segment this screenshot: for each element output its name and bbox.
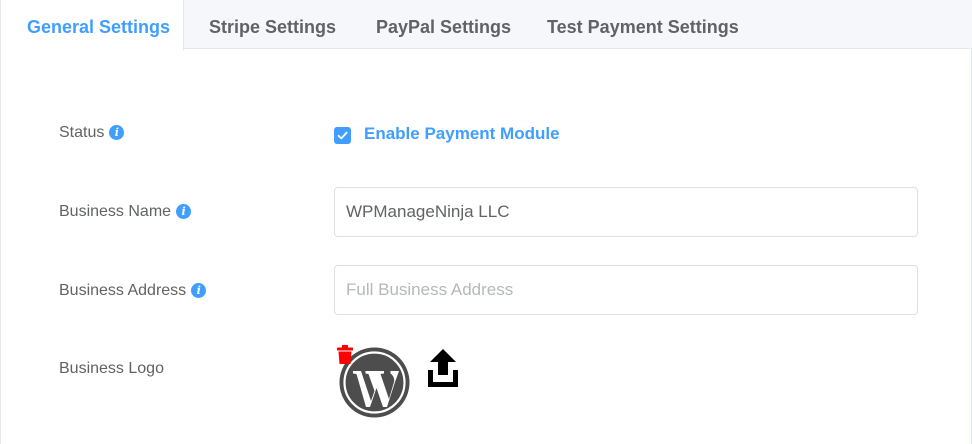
business-name-label-row: Business Name i (59, 203, 192, 221)
business-logo-label: Business Logo (59, 360, 164, 377)
enable-payment-module-checkbox[interactable] (334, 127, 351, 144)
business-address-label: Business Address (59, 282, 187, 299)
checkmark-icon (337, 131, 348, 140)
upload-icon[interactable] (426, 348, 460, 388)
enable-payment-module-label[interactable]: Enable Payment Module (364, 124, 560, 144)
business-name-input[interactable] (334, 187, 918, 237)
trash-icon[interactable] (336, 345, 354, 365)
status-label-row: Status i (59, 124, 125, 142)
info-icon[interactable]: i (109, 125, 125, 140)
business-name-label: Business Name (59, 203, 172, 220)
settings-tab-bar: General Settings Stripe Settings PayPal … (1, 0, 972, 50)
info-icon[interactable]: i (191, 283, 207, 298)
business-address-input[interactable] (334, 265, 918, 315)
payment-settings-panel: General Settings Stripe Settings PayPal … (0, 0, 972, 444)
info-icon[interactable]: i (176, 204, 192, 219)
tab-stripe-settings[interactable]: Stripe Settings (209, 0, 336, 49)
tab-test-payment-settings[interactable]: Test Payment Settings (547, 0, 739, 49)
status-label: Status (59, 124, 105, 141)
tab-paypal-settings[interactable]: PayPal Settings (376, 0, 511, 49)
tab-general-settings[interactable]: General Settings (1, 0, 184, 50)
business-address-label-row: Business Address i (59, 282, 207, 300)
